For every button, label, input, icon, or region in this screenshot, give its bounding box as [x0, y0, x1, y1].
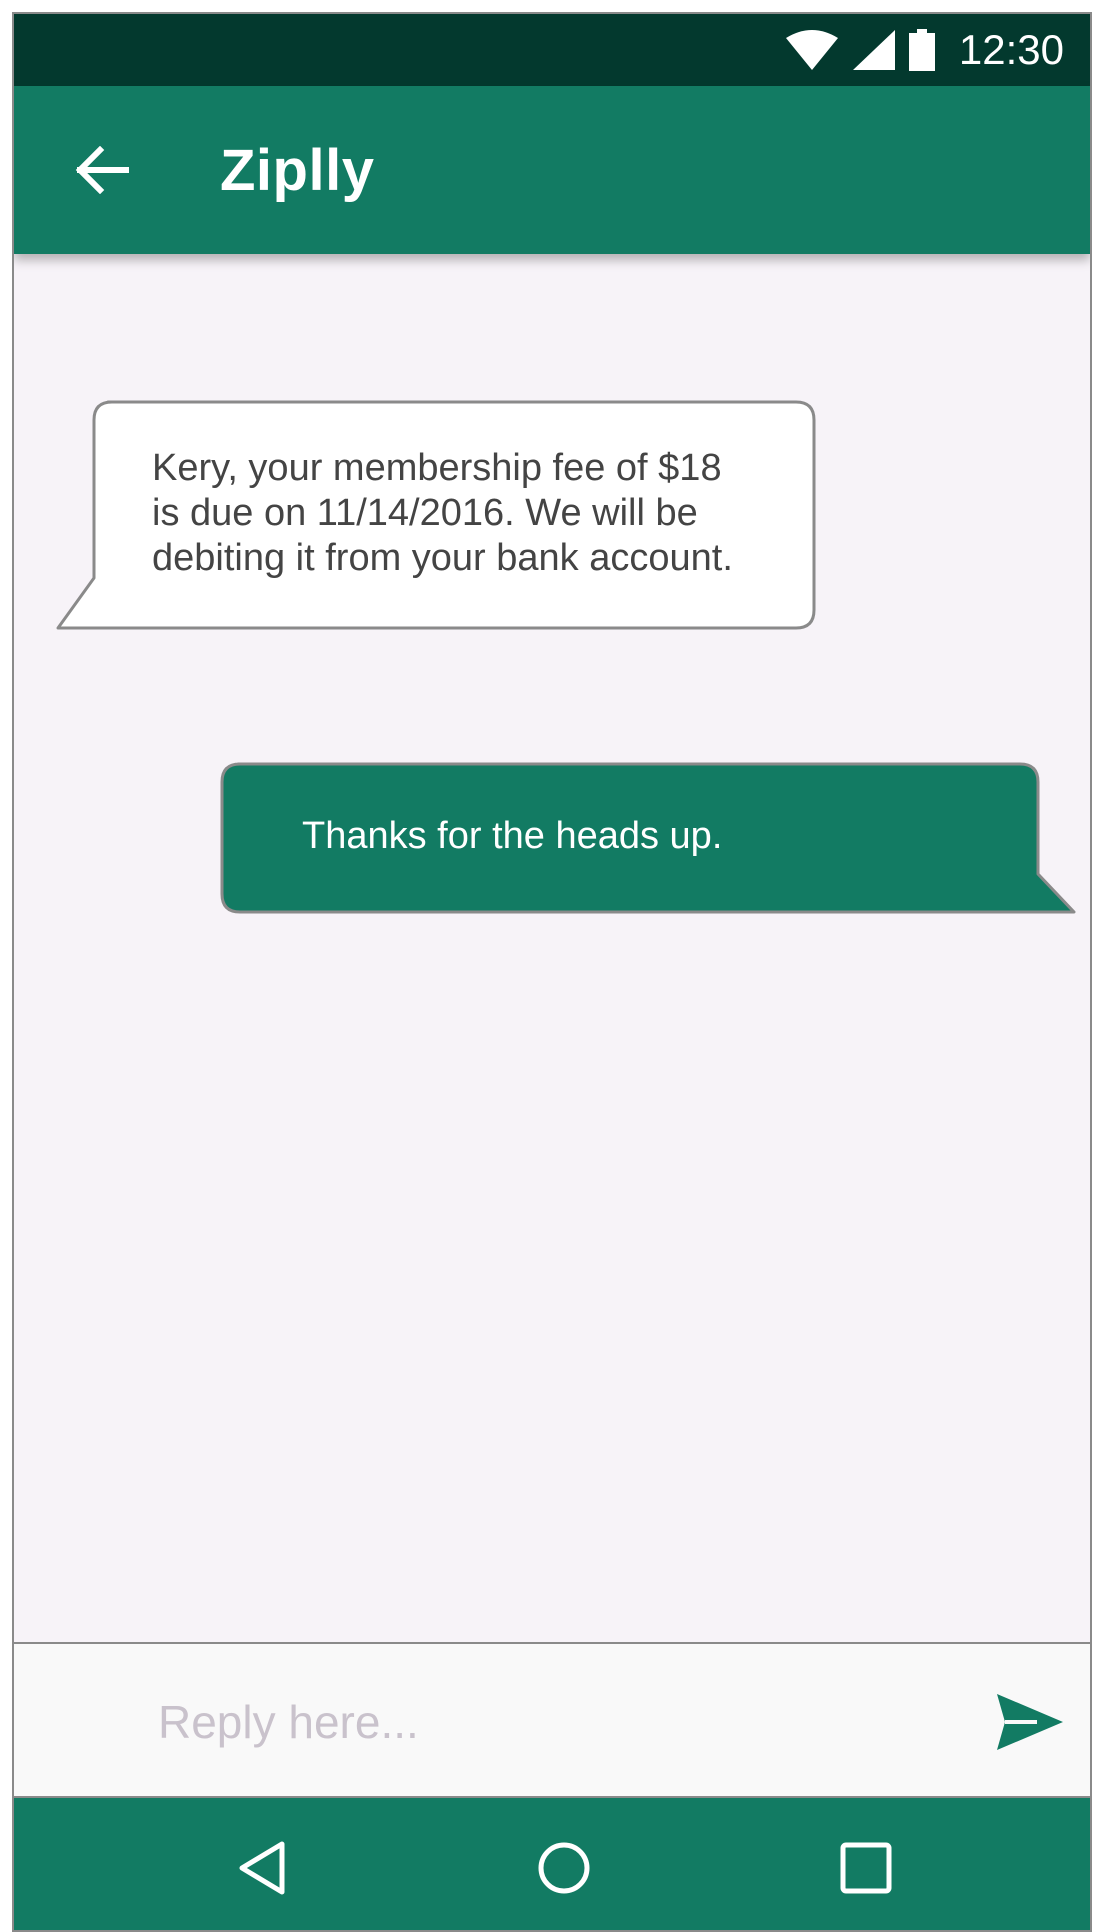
nav-back-button[interactable] — [222, 1828, 302, 1908]
reply-input[interactable] — [158, 1682, 958, 1762]
signal-icon — [852, 30, 895, 70]
outgoing-message: Thanks for the heads up. — [220, 762, 1076, 914]
recents-square-icon — [840, 1842, 892, 1894]
phone-screen: 12:30 Ziplly Kery, your membership fee o… — [12, 12, 1092, 1932]
back-button[interactable] — [50, 118, 154, 222]
nav-home-button[interactable] — [524, 1828, 604, 1908]
message-list: Kery, your membership fee of $18 is due … — [14, 254, 1090, 1642]
home-circle-icon — [538, 1842, 590, 1894]
incoming-message-text: Kery, your membership fee of $18 is due … — [152, 447, 733, 579]
navigation-bar — [14, 1798, 1090, 1930]
incoming-message: Kery, your membership fee of $18 is due … — [56, 400, 816, 632]
reply-bar — [14, 1642, 1090, 1798]
back-triangle-icon — [239, 1841, 285, 1895]
outgoing-message-text: Thanks for the heads up. — [302, 815, 723, 857]
arrow-left-icon — [75, 146, 129, 194]
send-icon — [997, 1694, 1063, 1750]
app-bar: Ziplly — [14, 86, 1090, 254]
status-time: 12:30 — [958, 26, 1064, 73]
battery-icon — [908, 29, 935, 71]
page-title: Ziplly — [220, 137, 375, 203]
nav-recents-button[interactable] — [826, 1828, 906, 1908]
wifi-icon — [785, 30, 839, 70]
status-bar: 12:30 — [14, 14, 1090, 86]
send-button[interactable] — [988, 1680, 1072, 1764]
